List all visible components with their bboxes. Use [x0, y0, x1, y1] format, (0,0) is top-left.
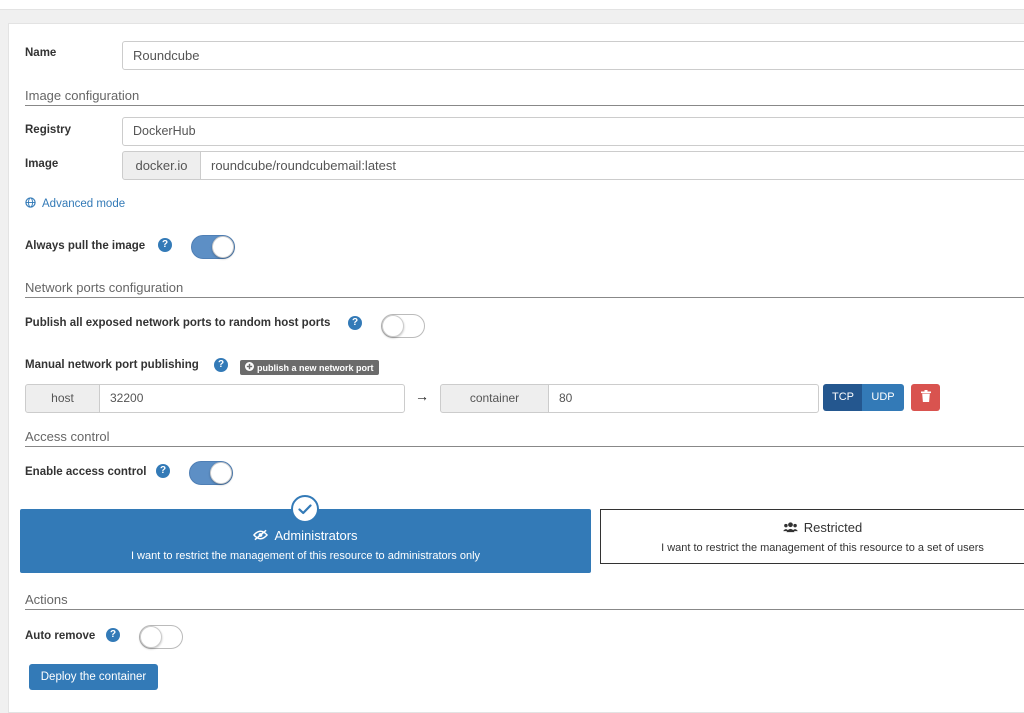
name-input[interactable]: Roundcube — [122, 41, 1024, 70]
question-circle-icon[interactable]: ? — [158, 238, 172, 252]
registry-label: Registry — [25, 124, 72, 136]
manual-publishing-label: Manual network port publishing — [25, 359, 199, 371]
image-label: Image — [25, 158, 59, 170]
name-label: Name — [25, 47, 57, 59]
network-ports-section: Network ports configuration — [25, 280, 1024, 298]
check-circle-icon — [291, 495, 319, 523]
administrators-description: I want to restrict the management of thi… — [130, 550, 481, 562]
enable-access-control-label: Enable access control — [25, 466, 147, 478]
publish-new-port-button[interactable]: publish a new network port — [240, 360, 379, 375]
host-port-addon: host — [25, 384, 100, 413]
restricted-option[interactable]: Restricted I want to restrict the manage… — [600, 509, 1024, 564]
publish-all-toggle[interactable] — [381, 314, 425, 338]
administrators-title-text: Administrators — [274, 528, 358, 543]
toggle-knob — [382, 315, 404, 337]
host-port-input[interactable]: 32200 — [99, 384, 405, 413]
plus-circle-icon — [245, 362, 254, 373]
auto-remove-toggle[interactable] — [139, 625, 183, 649]
publish-new-port-label: publish a new network port — [257, 362, 374, 373]
question-circle-icon[interactable]: ? — [348, 316, 362, 330]
eye-slash-icon — [253, 529, 269, 544]
administrators-title: Administrators — [20, 528, 591, 544]
restricted-title-text: Restricted — [803, 520, 863, 535]
image-input[interactable]: roundcube/roundcubemail:latest — [200, 151, 1024, 180]
question-circle-icon[interactable]: ? — [214, 358, 228, 372]
remove-port-button[interactable] — [911, 384, 940, 411]
toggle-knob — [140, 626, 162, 648]
advanced-mode-link[interactable]: Advanced mode — [25, 196, 125, 211]
publish-all-label: Publish all exposed network ports to ran… — [25, 317, 331, 329]
access-control-toggle[interactable] — [189, 461, 233, 485]
deploy-container-button[interactable]: Deploy the container — [29, 664, 158, 690]
image-registry-prefix: docker.io — [122, 151, 201, 180]
access-control-section: Access control — [25, 429, 1024, 447]
container-port-addon: container — [440, 384, 549, 413]
actions-section: Actions — [25, 592, 1024, 610]
udp-button[interactable]: UDP — [862, 384, 904, 411]
advanced-mode-label: Advanced mode — [42, 197, 126, 210]
toggle-knob — [212, 236, 234, 258]
always-pull-toggle[interactable] — [191, 235, 235, 259]
arrow-right-icon: → — [415, 388, 429, 404]
trash-icon — [920, 390, 931, 405]
top-bar — [0, 0, 1024, 10]
restricted-description: I want to restrict the management of thi… — [661, 542, 984, 554]
question-circle-icon[interactable]: ? — [106, 628, 120, 642]
container-port-input[interactable]: 80 — [548, 384, 819, 413]
always-pull-label: Always pull the image — [25, 240, 146, 252]
question-circle-icon[interactable]: ? — [156, 464, 170, 478]
registry-select[interactable]: DockerHub — [122, 117, 1024, 146]
users-icon — [782, 521, 798, 536]
tcp-button[interactable]: TCP — [823, 384, 863, 411]
toggle-knob — [210, 462, 232, 484]
restricted-title: Restricted — [611, 520, 1024, 536]
image-configuration-section: Image configuration — [25, 88, 1024, 106]
auto-remove-label: Auto remove — [25, 630, 96, 642]
globe-icon — [25, 196, 36, 211]
